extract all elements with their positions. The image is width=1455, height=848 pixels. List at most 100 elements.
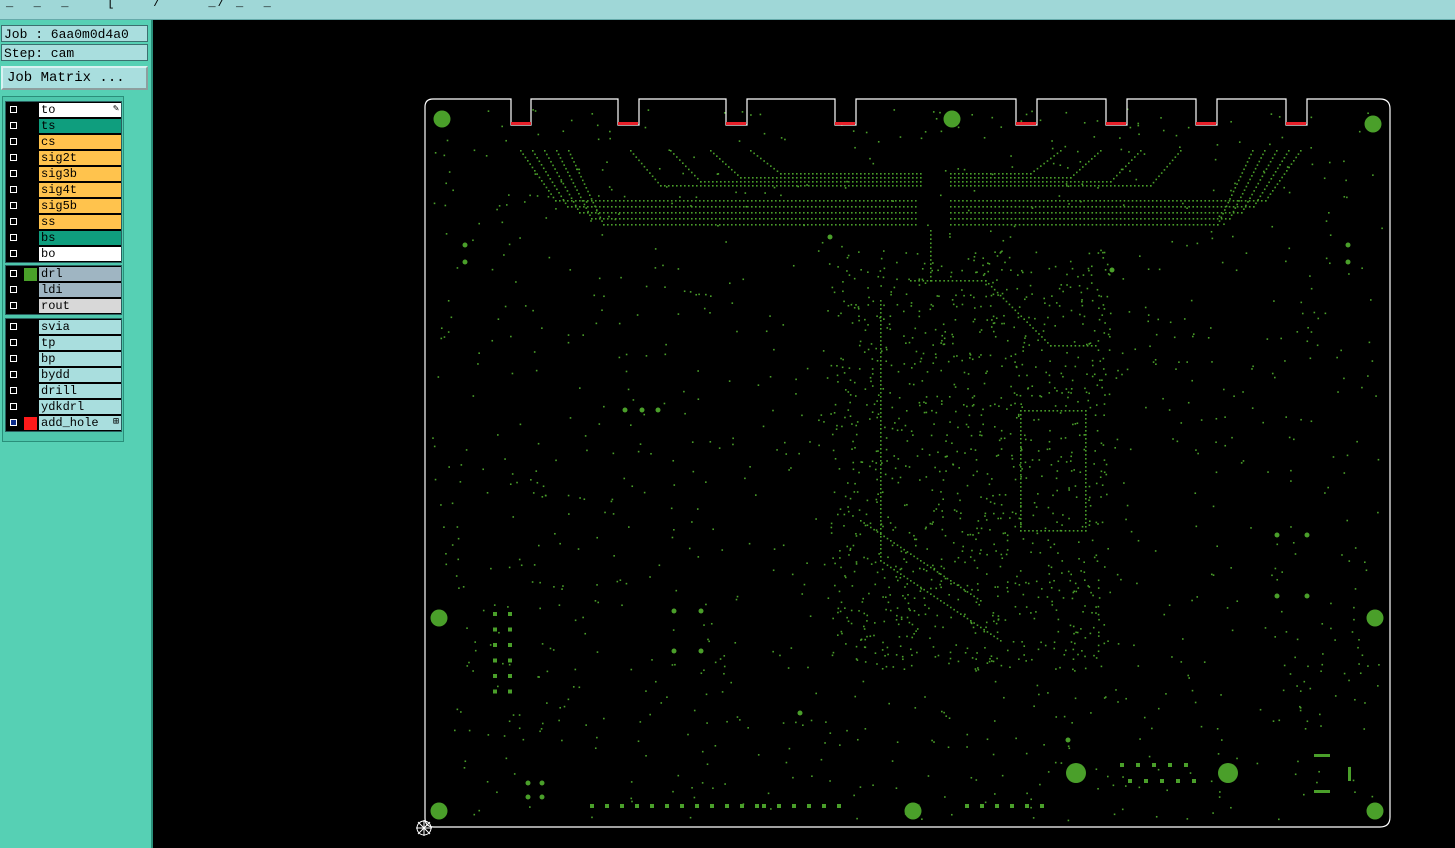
layer-row-sig4t[interactable]: sig4t	[6, 182, 121, 198]
layer-row-sig2t[interactable]: sig2t	[6, 150, 121, 166]
board-feature	[840, 312, 842, 315]
board-feature	[889, 609, 892, 612]
board-feature	[913, 597, 916, 600]
layer-row-to[interactable]: to ✎	[6, 102, 121, 118]
board-feature	[909, 648, 912, 651]
layer-row-ss[interactable]: ss	[6, 214, 121, 230]
board-feature	[787, 218, 789, 220]
layer-row-cs[interactable]: cs	[6, 134, 121, 150]
layer-row-sig3b[interactable]: sig3b	[6, 166, 121, 182]
board-feature	[1150, 185, 1152, 187]
layer-checkbox[interactable]	[10, 419, 17, 426]
layer-row-ydkdrl[interactable]: ydkdrl	[6, 399, 121, 415]
layer-checkbox[interactable]	[10, 186, 17, 193]
layer-name[interactable]: add_hole ⊞	[39, 416, 121, 430]
layer-row-bo[interactable]: bo	[6, 246, 121, 262]
board-feature	[1110, 181, 1112, 183]
layer-name[interactable]: sig3b	[39, 167, 121, 181]
board-feature	[1000, 448, 1003, 450]
board-feature	[901, 655, 904, 658]
layer-row-ldi[interactable]: ldi	[6, 282, 121, 298]
layer-checkbox[interactable]	[10, 403, 17, 410]
layer-row-drill[interactable]: drill	[6, 383, 121, 399]
layer-checkbox[interactable]	[10, 250, 17, 257]
layer-name[interactable]: tp	[39, 336, 121, 350]
layer-checkbox[interactable]	[10, 302, 17, 309]
board-feature	[1085, 506, 1087, 508]
layer-row-sig5b[interactable]: sig5b	[6, 198, 121, 214]
layer-checkbox[interactable]	[10, 234, 17, 241]
board-feature	[856, 181, 858, 183]
board-feature	[799, 224, 801, 226]
board-feature	[1088, 520, 1091, 522]
board-feature	[1048, 573, 1051, 575]
pcb-board-view[interactable]	[153, 20, 1455, 848]
board-feature	[1314, 790, 1330, 793]
layer-name[interactable]: rout	[39, 299, 121, 313]
layer-name[interactable]: cs	[39, 135, 121, 149]
layer-row-drl[interactable]: drl	[6, 266, 121, 282]
board-feature	[574, 619, 577, 622]
layer-name[interactable]: svia	[39, 320, 121, 334]
layer-name[interactable]: bo	[39, 247, 121, 261]
board-feature	[1253, 206, 1255, 208]
layer-checkbox[interactable]	[10, 355, 17, 362]
layer-checkbox[interactable]	[10, 154, 17, 161]
layer-name[interactable]: to ✎	[39, 103, 121, 117]
layer-checkbox[interactable]	[10, 387, 17, 394]
board-feature	[985, 280, 987, 282]
job-matrix-button[interactable]: Job Matrix ...	[1, 66, 148, 90]
layer-checkbox[interactable]	[10, 270, 17, 277]
layer-row-ts[interactable]: ts	[6, 118, 121, 134]
layer-name[interactable]: drill	[39, 384, 121, 398]
layer-checkbox[interactable]	[10, 170, 17, 177]
board-feature	[939, 194, 942, 197]
board-feature	[599, 216, 602, 219]
layer-row-tp[interactable]: tp	[6, 335, 121, 351]
layer-checkbox[interactable]	[10, 339, 17, 346]
layer-name[interactable]: bydd	[39, 368, 121, 382]
board-feature	[943, 567, 945, 570]
layer-name[interactable]: bp	[39, 352, 121, 366]
layer-name[interactable]: ts	[39, 119, 121, 133]
board-feature	[1131, 218, 1134, 220]
layer-name[interactable]: ydkdrl	[39, 400, 121, 414]
board-feature	[587, 200, 589, 202]
board-feature	[759, 200, 761, 202]
layer-row-svia[interactable]: svia	[6, 319, 121, 335]
board-feature	[639, 407, 645, 413]
layer-checkbox[interactable]	[10, 323, 17, 330]
board-feature	[816, 185, 818, 187]
layer-row-rout[interactable]: rout	[6, 298, 121, 314]
layer-name[interactable]: bs	[39, 231, 121, 245]
layer-name[interactable]: ss	[39, 215, 121, 229]
board-feature	[1098, 618, 1100, 621]
layer-row-add_hole[interactable]: add_hole ⊞	[6, 415, 121, 431]
layer-name[interactable]: sig5b	[39, 199, 121, 213]
layer-name[interactable]: sig2t	[39, 151, 121, 165]
board-feature	[1091, 206, 1093, 208]
layer-name[interactable]: drl	[39, 267, 121, 281]
layer-row-bydd[interactable]: bydd	[6, 367, 121, 383]
board-feature	[1078, 557, 1080, 560]
layer-checkbox[interactable]	[10, 218, 17, 225]
layer-checkbox[interactable]	[10, 286, 17, 293]
layer-row-bp[interactable]: bp	[6, 351, 121, 367]
layer-checkbox[interactable]	[10, 106, 17, 113]
layer-checkbox[interactable]	[10, 371, 17, 378]
graphic-area[interactable]	[153, 20, 1455, 848]
board-feature	[596, 651, 599, 653]
board-feature	[596, 124, 599, 127]
layer-name[interactable]: sig4t	[39, 183, 121, 197]
layer-row-bs[interactable]: bs	[6, 230, 121, 246]
board-feature	[1088, 392, 1090, 395]
layer-checkbox[interactable]	[10, 202, 17, 209]
layer-checkbox[interactable]	[10, 122, 17, 129]
board-feature	[715, 218, 717, 220]
layer-name[interactable]: ldi	[39, 283, 121, 297]
board-feature	[594, 600, 597, 602]
board-feature	[880, 456, 882, 458]
board-feature	[735, 598, 738, 601]
board-feature	[953, 608, 955, 611]
layer-checkbox[interactable]	[10, 138, 17, 145]
